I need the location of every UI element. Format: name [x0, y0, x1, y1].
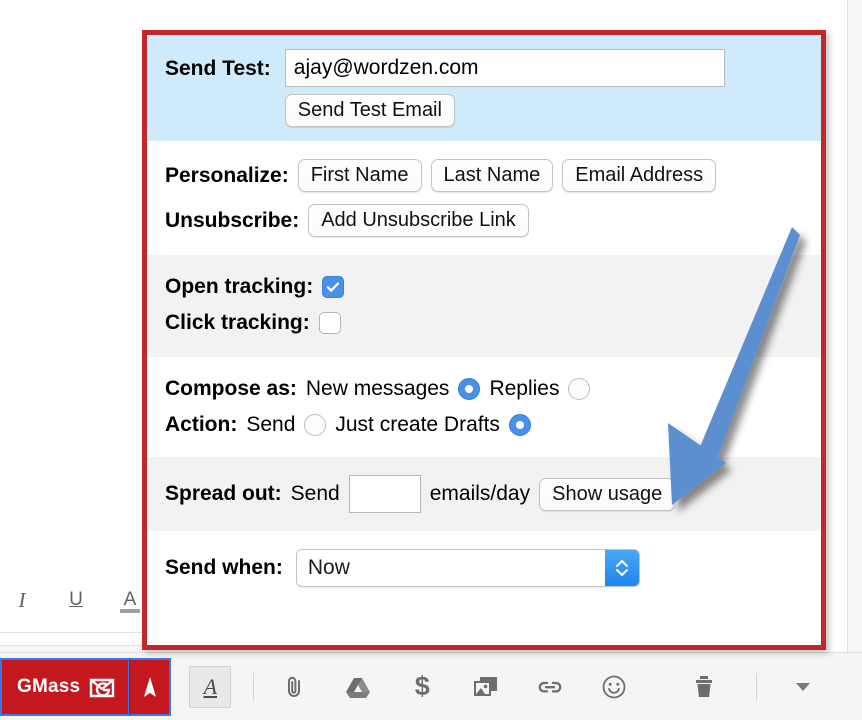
gmail-compose-background: I U A Send Test: Send Test Email [0, 0, 862, 720]
text-format-icon[interactable]: A [189, 665, 232, 708]
personalize-unsubscribe-section: Personalize: First Name Last Name Email … [147, 141, 821, 255]
gmass-settings-panel: Send Test: Send Test Email Personalize: … [142, 30, 826, 650]
open-tracking-label: Open tracking: [165, 275, 314, 298]
action-row: Action: Send Just create Drafts [165, 413, 803, 437]
gmass-send-button[interactable]: GMass [0, 657, 130, 716]
compose-as-new-messages-radio[interactable] [458, 378, 481, 400]
spread-out-label: Spread out: [165, 482, 282, 505]
compose-as-replies-radio[interactable] [568, 378, 591, 400]
personalize-first-name-button[interactable]: First Name [297, 159, 422, 192]
attachment-icon[interactable] [272, 665, 316, 709]
text-color-swatch [120, 609, 140, 613]
action-drafts-label: Just create Drafts [335, 413, 500, 436]
send-when-label: Send when: [165, 556, 283, 579]
google-drive-icon[interactable] [336, 665, 380, 709]
insert-link-icon[interactable] [528, 665, 572, 709]
send-test-email-button[interactable]: Send Test Email [284, 94, 455, 127]
discard-icon[interactable] [682, 665, 726, 709]
divider [756, 672, 758, 701]
compose-tool-icons: A $ [175, 653, 835, 720]
text-format-glyph: A [203, 673, 218, 699]
insert-emoji-icon[interactable] [592, 665, 636, 709]
formatting-toolbar: I U A [0, 578, 150, 622]
compose-as-replies-label: Replies [489, 377, 560, 400]
action-send-radio[interactable] [304, 414, 327, 436]
personalize-row: Personalize: First Name Last Name Email … [165, 159, 803, 192]
text-color-letter: A [123, 589, 137, 610]
insert-money-icon[interactable]: $ [400, 665, 444, 709]
open-tracking-checkbox[interactable] [322, 276, 345, 298]
send-test-label: Send Test: [165, 57, 271, 80]
send-when-selected-value: Now [307, 556, 350, 579]
gmass-button-label: GMass [17, 675, 81, 697]
italic-icon[interactable]: I [8, 586, 36, 614]
send-when-stepper-icon[interactable] [604, 550, 639, 586]
compose-as-new-messages-label: New messages [305, 377, 450, 400]
divider [253, 672, 255, 701]
gmass-logo-icon [89, 674, 115, 700]
add-unsubscribe-link-button[interactable]: Add Unsubscribe Link [308, 204, 529, 237]
gmass-settings-toggle-button[interactable] [129, 657, 172, 716]
show-usage-button[interactable]: Show usage [539, 477, 676, 511]
money-glyph: $ [414, 671, 430, 701]
spread-out-amount-input[interactable] [348, 475, 421, 513]
send-test-section: Send Test: Send Test Email [147, 35, 821, 141]
personalize-last-name-button[interactable]: Last Name [430, 159, 554, 192]
insert-photo-icon[interactable] [464, 665, 508, 709]
spread-out-row: Spread out: Send emails/day Show usage [165, 475, 803, 513]
action-send-label: Send [246, 413, 296, 436]
click-tracking-row: Click tracking: [165, 311, 803, 335]
personalize-label: Personalize: [165, 163, 289, 187]
compose-action-section: Compose as: New messages Replies Action:… [147, 357, 821, 457]
right-gutter [847, 0, 862, 652]
tracking-section: Open tracking: Click tracking: [147, 255, 821, 357]
send-test-email-input[interactable] [284, 49, 725, 87]
action-drafts-radio[interactable] [508, 414, 531, 436]
open-tracking-row: Open tracking: [165, 275, 803, 299]
spread-out-section: Spread out: Send emails/day Show usage [147, 457, 821, 531]
text-color-icon[interactable]: A [116, 586, 144, 614]
click-tracking-label: Click tracking: [165, 311, 310, 334]
underline-icon[interactable]: U [62, 586, 90, 614]
gmass-send-button-group: GMass [0, 657, 172, 716]
more-options-icon[interactable] [781, 665, 825, 709]
compose-as-row: Compose as: New messages Replies [165, 377, 803, 401]
divider [0, 632, 148, 633]
personalize-email-address-button[interactable]: Email Address [562, 159, 717, 192]
click-tracking-checkbox[interactable] [318, 312, 341, 334]
unsubscribe-label: Unsubscribe: [165, 208, 300, 232]
compose-send-toolbar: GMass A $ [0, 652, 862, 720]
unsubscribe-row: Unsubscribe: Add Unsubscribe Link [165, 204, 803, 237]
send-when-select[interactable]: Now [295, 549, 640, 587]
compose-as-label: Compose as: [165, 377, 297, 400]
send-when-section: Send when: Now [147, 531, 821, 605]
spread-out-unit-label: emails/day [429, 482, 531, 505]
chevron-down-icon [796, 682, 811, 691]
spread-out-send-word: Send [290, 482, 340, 505]
action-label: Action: [165, 413, 238, 436]
send-when-row: Send when: Now [165, 549, 803, 587]
